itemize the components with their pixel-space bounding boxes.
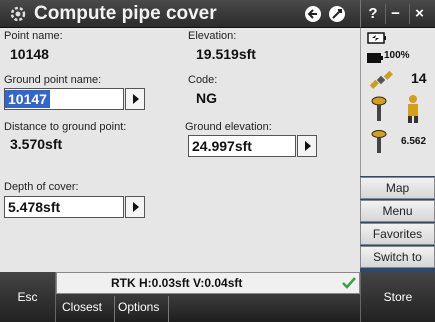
antenna-height-icon [371, 130, 387, 153]
title-bar: Compute pipe cover [0, 0, 360, 28]
status-panel[interactable]: 100% 14 6.562 [360, 28, 435, 176]
ground-elevation-field[interactable]: 24.997sft [188, 135, 296, 157]
point-name-label: Point name: [4, 30, 63, 42]
status-line: RTK H:0.03sft V:0.04sft [56, 272, 360, 294]
window-title: Compute pipe cover [34, 3, 217, 24]
depth-of-cover-field[interactable]: 5.478sft [4, 196, 124, 218]
elevation-value: 19.519sft [196, 46, 256, 62]
code-label: Code: [188, 74, 218, 86]
antenna-height-value: 6.562 [401, 136, 427, 147]
battery-level-icon [367, 53, 383, 63]
softkey-divider [168, 296, 169, 322]
gear-app-icon[interactable] [8, 4, 28, 24]
depth-picker-button[interactable] [125, 196, 145, 218]
depth-label: Depth of cover: [4, 181, 79, 193]
compass-icon[interactable] [328, 5, 346, 23]
map-button[interactable]: Map [360, 177, 435, 199]
esc-button[interactable]: Esc [0, 272, 56, 322]
ground-point-name-value: 10147 [5, 90, 50, 108]
options-softkey[interactable]: Options [118, 300, 159, 314]
satellite-count: 14 [411, 70, 427, 86]
elevation-label: Elevation: [188, 30, 237, 42]
battery-icon [367, 32, 386, 44]
depth-of-cover-value: 5.478sft [8, 199, 61, 215]
help-button[interactable]: ? [363, 4, 383, 24]
favorites-button[interactable]: Favorites [360, 223, 435, 245]
satellite-icon [369, 70, 393, 89]
distance-label: Distance to ground point: [4, 121, 127, 133]
checkmark-icon [342, 277, 356, 289]
menu-button[interactable]: Menu [360, 200, 435, 222]
softkey-divider [114, 296, 115, 322]
switch-to-button[interactable]: Switch to [360, 246, 435, 268]
system-bar: ? − × [360, 0, 435, 28]
back-arrow-icon[interactable] [304, 5, 322, 23]
ground-point-name-label: Ground point name: [4, 74, 102, 86]
ground-elevation-value: 24.997sft [192, 138, 252, 154]
close-button[interactable]: × [409, 4, 429, 24]
ground-point-name-field[interactable]: 10147 [4, 88, 124, 110]
battery-percent: 100% [384, 50, 410, 61]
ground-elevation-label: Ground elevation: [185, 121, 272, 133]
gnss-receiver-icon [371, 96, 387, 121]
ground-point-picker-button[interactable] [125, 88, 145, 110]
ground-elevation-picker-button[interactable] [297, 135, 317, 157]
surveyor-icon [408, 95, 418, 123]
store-button[interactable]: Store [360, 272, 435, 322]
point-name-value: 10148 [10, 46, 49, 62]
closest-softkey[interactable]: Closest [62, 300, 102, 314]
distance-value: 3.570sft [10, 136, 63, 152]
pipe-cover-form: Point name: 10148 Elevation: 19.519sft G… [0, 28, 360, 272]
minimize-button[interactable]: − [385, 4, 405, 24]
code-value: NG [196, 90, 217, 106]
rtk-precision-text: RTK H:0.03sft V:0.04sft [111, 276, 243, 290]
